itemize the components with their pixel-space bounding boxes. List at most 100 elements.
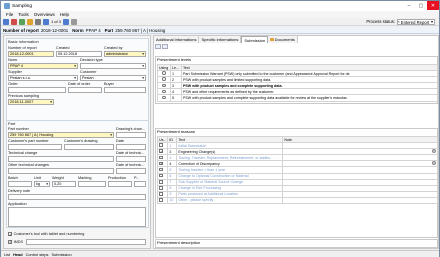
tab-list[interactable]: List [4,252,10,257]
tab-submission[interactable]: Submission [241,36,269,43]
customer-drawing-field[interactable] [64,144,114,150]
level-radio[interactable] [162,77,166,81]
date-of-order-field[interactable] [68,87,102,93]
menu-bar: File Tools Overviews Help [1,11,439,18]
presentment-reasons-title: Presentment reasons [157,129,196,134]
tab-head[interactable]: Head [13,252,23,257]
p-field[interactable] [134,181,146,187]
level-radio[interactable] [162,95,166,100]
presentment-description-panel[interactable]: Presentment description [155,239,438,248]
marking-label: Marking [78,176,92,180]
supplier-field[interactable]: Peslan s.r.o. [8,75,78,81]
edit-icon[interactable] [27,18,33,25]
refresh-icon[interactable] [70,18,77,25]
page-of: of 3 [54,19,61,24]
toolbar: 1 of 3 Process status: * Entered Report [1,18,439,26]
reason-checkbox[interactable] [159,186,163,190]
created-field[interactable]: 05.12.2018 [56,51,102,57]
reason-check-cell[interactable] [156,196,169,205]
process-status-select[interactable]: * Entered Report [397,19,435,25]
menu-file[interactable]: File [6,12,13,17]
reason-checkbox[interactable] [159,180,163,184]
other-technical-changes-field[interactable] [8,168,114,174]
level-radio[interactable] [162,71,166,75]
imds-field[interactable] [26,239,146,245]
save-submission-icon[interactable] [162,44,168,49]
menu-help[interactable]: Help [60,12,69,17]
tab-submission-bottom[interactable]: Submission [52,252,72,257]
reason-checkbox[interactable] [159,192,163,196]
level-using-cell[interactable] [157,94,171,102]
tab-documents[interactable]: Documents [268,36,298,43]
decision-type-field[interactable] [80,63,146,69]
presentment-levels-title: Presentment levels [157,57,192,62]
part-value: 259.760 867 | A | Housing [115,27,166,33]
batch-field[interactable] [8,181,32,187]
drawing-field[interactable] [116,132,146,138]
maximize-button[interactable]: ▢ [415,1,427,10]
reason-row[interactable]: 10 Other - please specify [156,196,438,205]
order-field[interactable] [8,87,66,93]
customer-part-number-field[interactable] [8,144,62,150]
reason-checkbox[interactable] [159,174,163,178]
add-icon[interactable] [19,18,25,25]
app-icon [4,3,10,9]
minimize-button[interactable]: – [403,1,415,10]
created-by-field[interactable]: administrator [104,51,146,57]
close-button[interactable]: ✕ [427,1,439,10]
note-icon[interactable] [432,149,436,154]
level-row[interactable]: 5 PSW with product samples and complete s… [157,94,438,102]
reason-note-cell[interactable] [282,196,438,205]
date-field[interactable] [116,144,146,150]
unit-field[interactable]: kg [34,181,50,187]
application-label: Application [8,202,27,206]
page-number[interactable]: 1 [51,19,53,24]
reason-checkbox[interactable] [159,143,163,147]
delete-icon[interactable] [11,18,17,25]
reason-checkbox[interactable] [159,198,163,202]
level-radio[interactable] [162,89,166,94]
weight-field[interactable]: 0,20 [52,181,76,187]
technical-change-field[interactable] [8,156,114,162]
reason-checkbox[interactable] [159,149,163,153]
tab-control-steps[interactable]: Control steps [26,252,49,257]
customer-part-number-label: Customer's part number [8,139,49,143]
head-form: Basic information Number of report Creat… [3,35,151,249]
menu-tools[interactable]: Tools [18,12,29,17]
customer-tool-checkbox[interactable] [8,232,12,236]
delivery-note-field[interactable] [8,194,146,200]
reason-checkbox[interactable] [159,167,163,172]
buyer-field[interactable] [104,87,146,93]
norm-field[interactable]: PPAP 4 [8,63,78,69]
imds-checkbox[interactable] [8,239,12,244]
production-label: Production [108,176,127,180]
note-icon[interactable] [432,161,436,166]
next-page-icon[interactable] [62,18,69,25]
detail-panel: Additional informations Specific informa… [153,35,439,249]
level-radio[interactable] [162,83,166,88]
reason-checkbox[interactable] [159,155,163,160]
reason-checkbox[interactable] [159,161,163,166]
first-page-icon[interactable] [43,18,49,25]
order-label: Order [8,82,18,86]
print-icon[interactable] [35,18,41,25]
date-of-technical-change2-field[interactable] [116,168,146,174]
date-of-order-label: Date of order [68,82,91,86]
menu-overviews[interactable]: Overviews [34,12,55,17]
tab-specific-informations[interactable]: Specific informations [199,36,242,43]
customer-field[interactable]: Peslan [80,75,146,81]
marking-field[interactable] [78,181,106,187]
previous-sampling-field[interactable]: 2018-11-0007 [8,99,54,105]
save-icon[interactable] [3,18,9,25]
imds-row: IMDS [8,239,146,245]
application-field[interactable] [8,207,146,227]
number-of-report-field[interactable]: 2018-12-0001 [8,51,54,57]
tab-additional-informations[interactable]: Additional informations [154,36,200,43]
date-of-technical-change-field[interactable] [116,156,146,162]
part-number-field[interactable]: 259 760 867 | A | Housing [8,132,114,138]
production-field[interactable] [108,181,132,187]
application-window: Sampling – ▢ ✕ File Tools Overviews Help… [0,0,440,257]
basic-info-title: Basic information [8,39,39,44]
edit-submission-icon[interactable] [155,44,161,49]
other-technical-changes-label: Other technical changes [8,163,49,167]
